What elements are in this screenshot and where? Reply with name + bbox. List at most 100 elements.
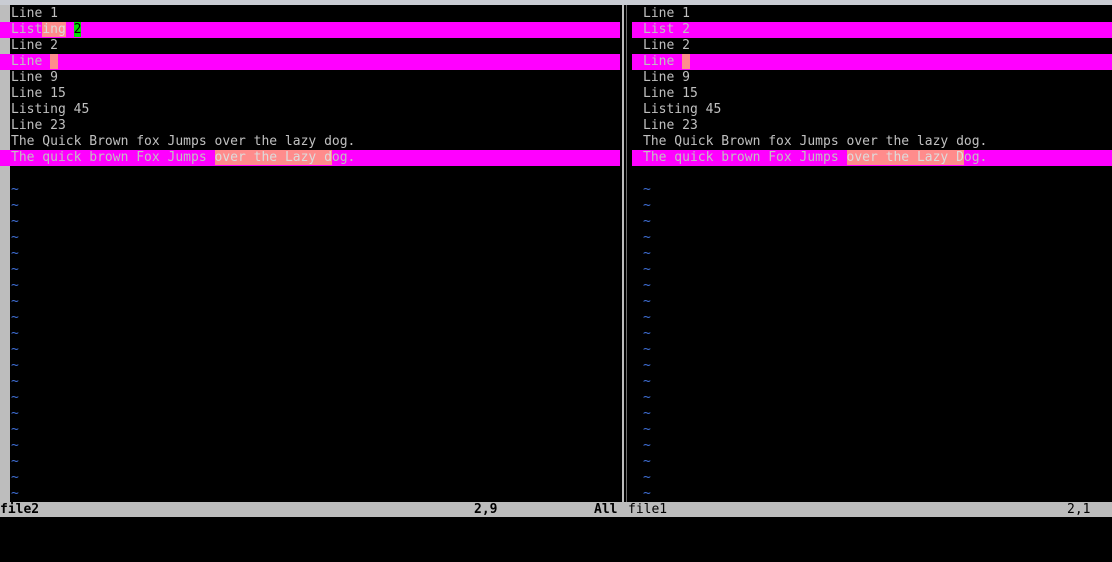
left-status-scroll-indicator: All	[594, 502, 618, 517]
filler-tilde-icon: ~	[643, 326, 651, 341]
line-text: Line 2	[11, 38, 58, 54]
line-text: Line 9	[643, 70, 690, 86]
filler-tilde-icon: ~	[11, 182, 19, 197]
filler-tilde-icon: ~	[643, 278, 651, 293]
left-diff-pane[interactable]: Line 1 Listing 2 Line 2 Line Line 9 Line 15 L…	[0, 5, 620, 502]
diff-text-highlight: ing	[42, 22, 66, 37]
left-buffer-line[interactable]: Line 9	[0, 70, 620, 86]
line-text: Line 23	[643, 118, 698, 134]
line-text: Line 1	[11, 6, 58, 22]
line-text: Line 2	[643, 38, 690, 54]
right-buffer-line[interactable]: Line 15	[632, 86, 1112, 102]
text-segment: Line 9	[11, 70, 58, 85]
diff-add-highlight: 2	[73, 22, 82, 37]
filler-tilde-icon: ~	[643, 454, 651, 469]
right-diff-pane[interactable]: Line 1 List 2 Line 2 Line Line 9 Line 15 List…	[632, 5, 1112, 502]
right-buffer-line[interactable]: Line 23	[632, 118, 1112, 134]
text-segment: og.	[963, 150, 988, 165]
filler-tilde-icon: ~	[11, 326, 19, 341]
filler-tilde-icon: ~	[11, 230, 19, 245]
right-status-filename: file1	[628, 502, 668, 517]
left-buffer-line[interactable]: Line 1	[0, 6, 620, 22]
right-buffer-line[interactable]: Listing 45	[632, 102, 1112, 118]
text-segment: Line 15	[11, 86, 66, 101]
text-segment: Listing 45	[643, 102, 722, 117]
right-buffer-lines: Line 1 List 2 Line 2 Line Line 9 Line 15 List…	[632, 6, 1112, 502]
right-buffer-line[interactable]: The Quick Brown fox Jumps over the lazy …	[632, 134, 1112, 150]
filler-tilde-icon: ~	[11, 294, 19, 309]
filler-tilde-icon: ~	[11, 214, 19, 229]
filler-tilde-icon: ~	[11, 310, 19, 325]
left-buffer-line[interactable]: Line	[0, 54, 620, 70]
line-text: The Quick Brown fox Jumps over the lazy …	[643, 134, 987, 150]
line-text: Line	[643, 54, 690, 70]
right-buffer-line[interactable]: Line 2	[632, 38, 1112, 54]
filler-tilde-icon: ~	[11, 470, 19, 485]
filler-tilde-icon: ~	[643, 262, 651, 277]
text-segment: Line 15	[643, 86, 698, 101]
filler-tilde-icon: ~	[643, 374, 651, 389]
filler-tilde-icon: ~	[11, 454, 19, 469]
text-segment: Line 1	[643, 6, 690, 21]
filler-tilde-icon: ~	[11, 438, 19, 453]
diff-text-highlight: over the Lazy D	[846, 150, 964, 165]
diff-text-highlight	[682, 54, 690, 69]
right-buffer-line[interactable]: Line 9	[632, 70, 1112, 86]
filler-tilde-icon: ~	[643, 230, 651, 245]
left-buffer-line[interactable]: The Quick Brown fox Jumps over the lazy …	[0, 134, 620, 150]
left-buffer-lines: Line 1 Listing 2 Line 2 Line Line 9 Line 15 L…	[0, 6, 620, 502]
text-segment: Line 2	[643, 38, 690, 53]
left-buffer-line[interactable]: Line 23	[0, 118, 620, 134]
text-segment: The Quick Brown fox Jumps over the lazy …	[643, 134, 988, 149]
filler-tilde-icon: ~	[643, 486, 651, 501]
right-buffer-line[interactable]: Line 1	[632, 6, 1112, 22]
command-line[interactable]	[0, 517, 1112, 528]
line-text: Line 15	[643, 86, 698, 102]
filler-tilde-icon: ~	[11, 278, 19, 293]
filler-tilde-icon: ~	[643, 438, 651, 453]
left-buffer-line[interactable]: The quick brown Fox Jumps over the Lazy …	[0, 150, 620, 166]
line-text: Line	[11, 54, 58, 70]
left-status-line: file2 2,9 All	[0, 502, 626, 517]
left-buffer-line[interactable]: Listing 2	[0, 22, 620, 38]
line-text: Line 23	[11, 118, 66, 134]
left-buffer-line[interactable]: Listing 45	[0, 102, 620, 118]
filler-tilde-icon: ~	[11, 422, 19, 437]
line-text: Line 9	[11, 70, 58, 86]
text-segment: Line 23	[643, 118, 698, 133]
line-text: List 2	[643, 22, 690, 38]
filler-tilde-icon: ~	[11, 486, 19, 501]
text-segment: Line 23	[11, 118, 66, 133]
filler-tilde-icon: ~	[11, 246, 19, 261]
filler-tilde-icon: ~	[643, 422, 651, 437]
filler-tilde-icon: ~	[11, 198, 19, 213]
filler-tilde-icon: ~	[643, 406, 651, 421]
filler-tilde-icon: ~	[643, 390, 651, 405]
text-segment: The quick brown Fox Jumps	[643, 150, 847, 165]
text-segment: Listing 45	[11, 102, 90, 117]
filler-tilde-icon: ~	[11, 358, 19, 373]
left-buffer-line[interactable]: Line 15	[0, 86, 620, 102]
split-bar	[622, 5, 624, 502]
text-segment: List	[11, 22, 43, 37]
right-buffer-line[interactable]: Line	[632, 54, 1112, 70]
line-text: Line 15	[11, 86, 66, 102]
line-text: Listing 45	[643, 102, 721, 118]
left-status-filename: file2	[0, 502, 40, 517]
filler-tilde-icon: ~	[643, 198, 651, 213]
filler-tilde-icon: ~	[11, 374, 19, 389]
text-segment: The quick brown Fox Jumps	[11, 150, 215, 165]
filler-tilde-icon: ~	[643, 214, 651, 229]
vertical-split-separator[interactable]	[620, 5, 632, 502]
right-buffer-line[interactable]: List 2	[632, 22, 1112, 38]
text-segment	[66, 22, 74, 37]
text-segment: The Quick Brown fox Jumps over the lazy …	[11, 134, 356, 149]
right-buffer-line[interactable]: The quick brown Fox Jumps over the Lazy …	[632, 150, 1112, 166]
filler-tilde-icon: ~	[11, 342, 19, 357]
filler-tilde-icon: ~	[643, 294, 651, 309]
filler-tilde-icon: ~	[643, 342, 651, 357]
filler-tilde-icon: ~	[643, 310, 651, 325]
left-buffer-line[interactable]: Line 2	[0, 38, 620, 54]
text-segment: Line 1	[11, 6, 58, 21]
filler-tilde-icon: ~	[643, 182, 651, 197]
